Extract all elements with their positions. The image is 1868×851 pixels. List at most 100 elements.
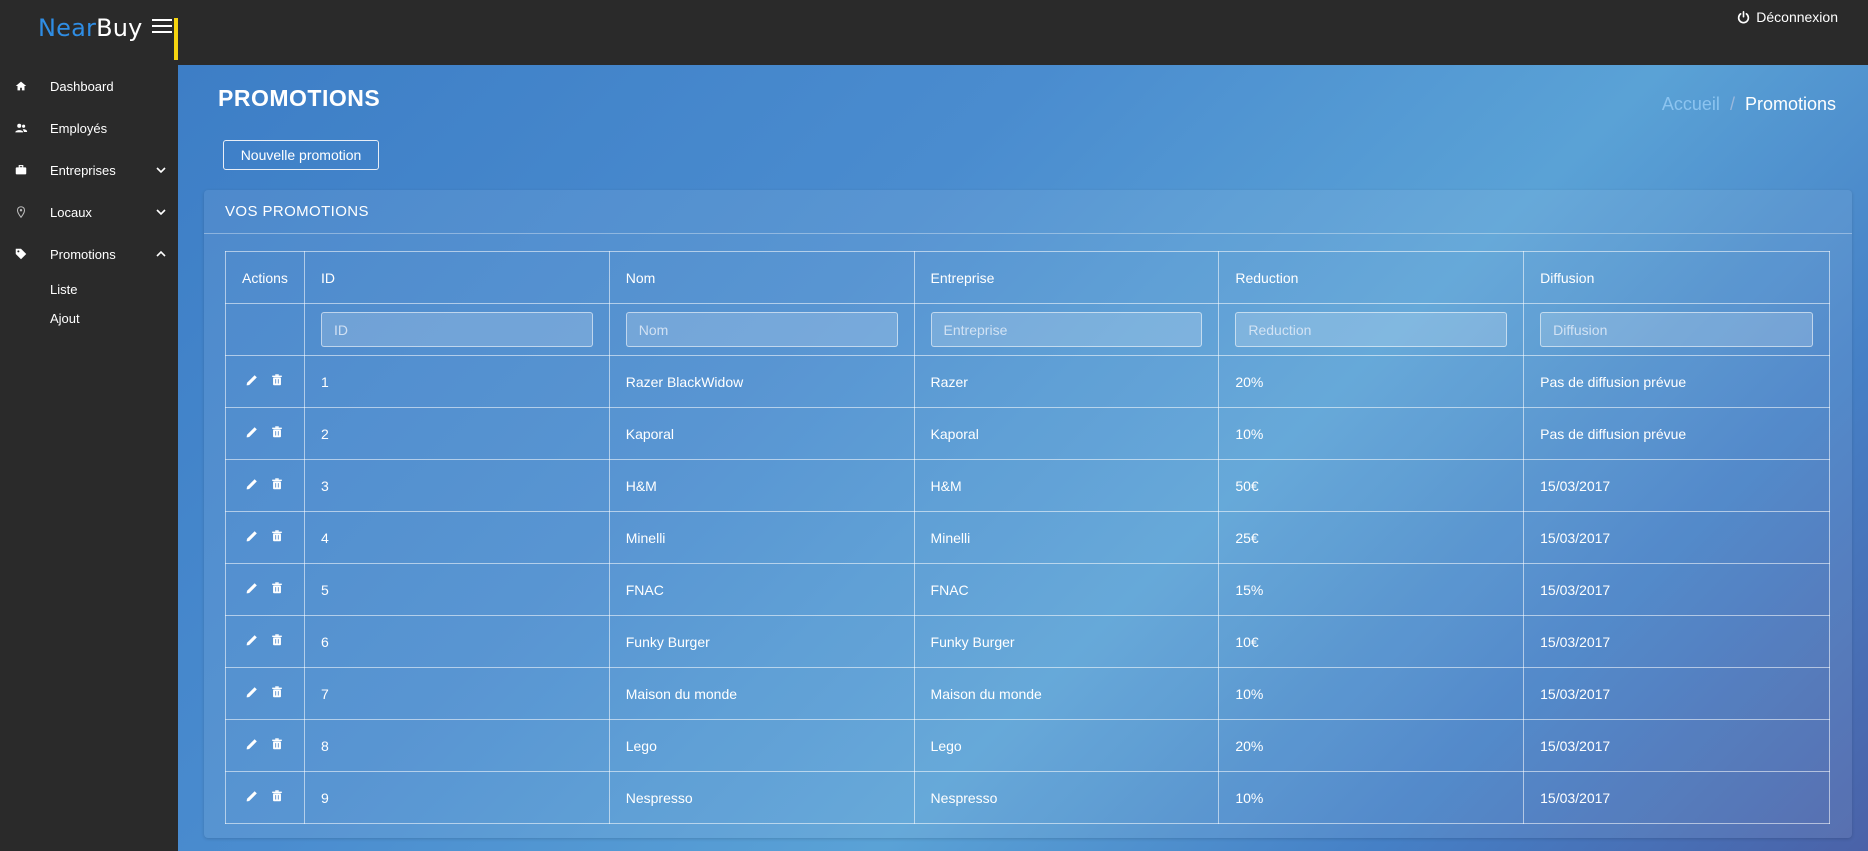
sidebar-item-label: Dashboard: [50, 78, 114, 94]
filter-nom-input[interactable]: [625, 312, 898, 347]
home-icon: [15, 81, 27, 91]
cell-nom: Kaporal: [608, 407, 915, 460]
table-row: 8 Lego Lego 20% 15/03/2017: [225, 719, 1830, 772]
map-pin-icon: [16, 206, 26, 219]
sidebar-item-dashboard[interactable]: Dashboard: [0, 65, 178, 107]
trash-icon[interactable]: [270, 633, 284, 647]
cell-id: 1: [303, 355, 610, 408]
breadcrumb-separator: /: [1729, 94, 1735, 114]
edit-icon[interactable]: [245, 685, 259, 699]
edit-icon[interactable]: [245, 737, 259, 751]
column-header-diffusion[interactable]: Diffusion: [1523, 251, 1830, 304]
row-actions: [225, 511, 305, 564]
cell-nom: Lego: [608, 719, 915, 772]
edit-icon[interactable]: [245, 789, 259, 803]
cell-diffusion: 15/03/2017: [1523, 771, 1830, 824]
logout-button[interactable]: Déconnexion: [1737, 9, 1838, 25]
cell-id: 3: [303, 459, 610, 512]
cell-entreprise: H&M: [913, 459, 1220, 512]
promotions-panel: VOS PROMOTIONS Actions ID Nom Entreprise…: [204, 190, 1852, 838]
trash-icon[interactable]: [270, 581, 284, 595]
cell-diffusion: Pas de diffusion prévue: [1523, 355, 1830, 408]
sidebar-item-entreprises[interactable]: Entreprises: [0, 149, 178, 191]
cell-diffusion: 15/03/2017: [1523, 563, 1830, 616]
filter-reduction-input[interactable]: [1235, 312, 1508, 347]
row-actions: [225, 355, 305, 408]
sidebar-item-locaux[interactable]: Locaux: [0, 191, 178, 233]
edit-icon[interactable]: [245, 477, 259, 491]
sidebar-item-label: Locaux: [50, 204, 92, 220]
column-header-nom[interactable]: Nom: [608, 251, 915, 304]
row-actions: [225, 563, 305, 616]
cell-diffusion: 15/03/2017: [1523, 615, 1830, 668]
row-actions: [225, 667, 305, 720]
edit-icon[interactable]: [245, 581, 259, 595]
cell-nom: FNAC: [608, 563, 915, 616]
cell-reduction: 10%: [1218, 407, 1525, 460]
cell-entreprise: Maison du monde: [913, 667, 1220, 720]
row-actions: [225, 719, 305, 772]
users-icon: [15, 123, 28, 133]
cell-id: 4: [303, 511, 610, 564]
cell-id: 7: [303, 667, 610, 720]
cell-reduction: 10%: [1218, 771, 1525, 824]
cell-reduction: 20%: [1218, 719, 1525, 772]
breadcrumb-home-link[interactable]: Accueil: [1662, 94, 1720, 115]
edit-icon[interactable]: [245, 633, 259, 647]
sidebar-item-label: Promotions: [50, 246, 116, 262]
cell-entreprise: Razer: [913, 355, 1220, 408]
column-header-entreprise[interactable]: Entreprise: [913, 251, 1220, 304]
sidebar-subitem-ajout[interactable]: Ajout: [0, 304, 178, 333]
column-header-id[interactable]: ID: [303, 251, 610, 304]
trash-icon[interactable]: [270, 425, 284, 439]
breadcrumb-current: Promotions: [1744, 94, 1836, 114]
sidebar-item-promotions[interactable]: Promotions: [0, 233, 178, 275]
filter-diffusion-input[interactable]: [1540, 312, 1813, 347]
brand-part-buy: Buy: [96, 14, 143, 42]
edit-icon[interactable]: [245, 529, 259, 543]
breadcrumb: Accueil / Promotions: [1662, 94, 1836, 115]
sidebar-subitem-liste[interactable]: Liste: [0, 275, 178, 304]
table-row: 5 FNAC FNAC 15% 15/03/2017: [225, 563, 1830, 616]
cell-nom: Funky Burger: [608, 615, 915, 668]
edit-icon[interactable]: [245, 425, 259, 439]
edit-icon[interactable]: [245, 373, 259, 387]
top-bar: NearBuy Déconnexion: [0, 0, 1868, 65]
cell-diffusion: Pas de diffusion prévue: [1523, 407, 1830, 460]
trash-icon[interactable]: [270, 373, 284, 387]
menu-toggle-icon[interactable]: [152, 19, 174, 39]
trash-icon[interactable]: [270, 789, 284, 803]
tag-icon: [15, 248, 27, 260]
trash-icon[interactable]: [270, 477, 284, 491]
trash-icon[interactable]: [270, 529, 284, 543]
cell-entreprise: Minelli: [913, 511, 1220, 564]
cell-id: 2: [303, 407, 610, 460]
accent-bar: [174, 18, 178, 60]
cell-nom: H&M: [608, 459, 915, 512]
power-icon: [1738, 10, 1750, 23]
table-row: 6 Funky Burger Funky Burger 10€ 15/03/20…: [225, 615, 1830, 668]
brand-part-near: Near: [38, 14, 97, 42]
cell-entreprise: Lego: [913, 719, 1220, 772]
cell-reduction: 25€: [1218, 511, 1525, 564]
chevron-down-icon: [156, 167, 166, 174]
sidebar-item-employes[interactable]: Employés: [0, 107, 178, 149]
table-row: 1 Razer BlackWidow Razer 20% Pas de diff…: [225, 355, 1830, 408]
trash-icon[interactable]: [270, 685, 284, 699]
cell-id: 9: [303, 771, 610, 824]
column-header-reduction[interactable]: Reduction: [1218, 251, 1525, 304]
cell-reduction: 10€: [1218, 615, 1525, 668]
sidebar-item-label: Entreprises: [50, 162, 116, 178]
cell-id: 5: [303, 563, 610, 616]
cell-nom: Minelli: [608, 511, 915, 564]
cell-nom: Maison du monde: [608, 667, 915, 720]
new-promotion-button[interactable]: Nouvelle promotion: [223, 140, 379, 170]
filter-entreprise-input[interactable]: [930, 312, 1203, 347]
cell-diffusion: 15/03/2017: [1523, 459, 1830, 512]
brand-logo[interactable]: NearBuy: [38, 14, 143, 42]
cell-diffusion: 15/03/2017: [1523, 667, 1830, 720]
cell-entreprise: Funky Burger: [913, 615, 1220, 668]
panel-title: VOS PROMOTIONS: [204, 190, 1852, 234]
trash-icon[interactable]: [270, 737, 284, 751]
filter-id-input[interactable]: [320, 312, 593, 347]
